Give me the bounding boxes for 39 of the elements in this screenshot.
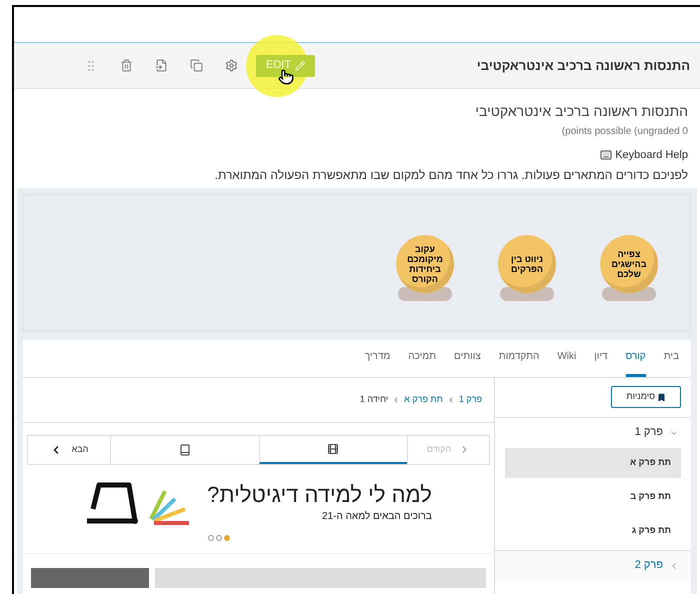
unit-tab[interactable] [258,436,407,464]
banner-title: למה לי למידה דיגיטלית? [207,481,432,509]
subsection-item[interactable]: תת פרק ב [505,482,681,512]
breadcrumb-current: יחידה 1 [360,392,388,406]
instructions-text: לפניכם כדורים המתארים פעולות. גררו כל אחד מהם למקום שבו מתאפשרת הפעולה המתוארת. [214,166,688,184]
ball-label: עקוב מיקומכם ביחידות הקורס [406,244,444,284]
book-icon [178,444,191,456]
component-title: התנסות ראשונה ברכיב אינטראקטיבי [476,56,690,75]
ball-label: צפייה בהישגים שלכם [610,248,648,278]
duplicate-icon[interactable] [190,59,203,72]
import-icon[interactable] [155,59,168,72]
subsection-item[interactable]: תת פרק ג [505,516,681,546]
keyboard-icon [600,149,612,162]
problem-title: התנסות ראשונה ברכיב אינטראקטיבי [475,102,688,121]
course-tab[interactable]: בית [664,348,679,376]
course-tab[interactable]: תמיכה [408,348,436,376]
course-tab[interactable]: דיון [594,348,608,376]
pencil-icon [295,60,306,70]
chapter-title[interactable]: פרק 1 [634,424,663,441]
bookmarks-button[interactable]: סימניות [611,386,681,408]
points-text: (points possible (ungraded 0 [562,125,688,139]
keyboard-help-link[interactable]: Keyboard Help [615,147,688,164]
settings-icon[interactable] [225,59,238,72]
bookmark-icon [657,392,666,402]
course-tab[interactable]: קורס [626,348,646,376]
breadcrumb-link[interactable]: תת פרק א [404,392,443,406]
banner-subtitle: ברוכים הבאים למאה ה-21 [322,510,432,524]
course-tab[interactable]: Wiki [557,348,576,376]
course-tab[interactable]: התקדמות [498,348,540,376]
ball-label: ניווט בין הפרקים [510,254,544,274]
course-tab[interactable]: צוותים [454,348,481,376]
hand-cursor-icon [278,68,294,84]
breadcrumb-link[interactable]: פרק 1 [458,392,482,406]
course-tab[interactable]: מדריך [364,348,390,376]
delete-icon[interactable] [120,59,133,72]
film-icon [327,442,340,454]
subsection-item[interactable]: תת פרק א [505,448,681,478]
next-button[interactable]: הבא [28,436,110,464]
chapter-title[interactable]: פרק 2 [634,557,663,574]
